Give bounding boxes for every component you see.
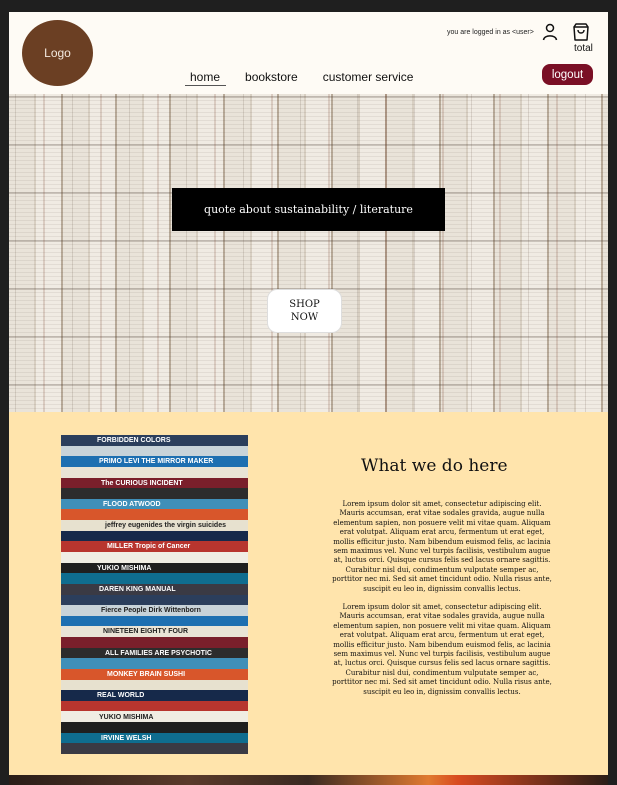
hero-quote: quote about sustainability / literature [172,188,445,231]
shop-now-button[interactable]: SHOP NOW [267,289,342,333]
about-paragraph: Lorem ipsum dolor sit amet, consectetur … [332,500,552,593]
book-spine: FORBIDDEN COLORS [61,435,248,447]
book-spine [61,637,248,649]
book-spine [61,530,248,542]
user-icon[interactable] [542,23,558,41]
book-spine: DAREN KING MANUAL [61,583,248,595]
book-spine: Fierce People Dirk Wittenborn [61,605,248,617]
book-spine: MILLER Tropic of Cancer [61,541,248,553]
book-spine [61,700,248,712]
hero-banner: quote about sustainability / literature … [9,94,608,412]
book-spine: YUKIO MISHIMA [61,562,248,574]
book-spine: PRIMO LEVI THE MIRROR MAKER [61,456,248,468]
nav-item-customer-service[interactable]: customer service [318,70,420,86]
book-spine-title: FLOOD ATWOOD [103,500,161,508]
nav-item-bookstore[interactable]: bookstore [240,70,304,86]
book-spine: IRVINE WELSH [61,732,248,744]
about-paragraph: Lorem ipsum dolor sit amet, consectetur … [332,603,552,696]
book-spine-title: YUKIO MISHIMA [99,713,154,721]
book-spine: REAL WORLD [61,690,248,702]
logout-button[interactable]: logout [542,64,593,85]
book-stack-image: FORBIDDEN COLORS PRIMO LEVI THE MIRROR MA… [61,435,248,754]
book-spine: The CURIOUS INCIDENT [61,477,248,489]
book-spine-title: REAL WORLD [97,692,145,700]
book-spine-title: jeffrey eugenides the virgin suicides [105,522,226,530]
book-spine [61,551,248,564]
book-spine [61,509,248,521]
book-spine-title: IRVINE WELSH [101,734,152,742]
book-spine-title: The CURIOUS INCIDENT [101,479,183,487]
main-nav: home bookstore customer service [185,70,433,86]
nav-item-home[interactable]: home [185,70,227,86]
book-spine [61,679,248,691]
book-spine-title: DAREN KING MANUAL [99,585,176,593]
book-spine: ALL FAMILIES ARE PSYCHOTIC [61,647,248,659]
book-spine-title: MONKEY BRAIN SUSHI [107,670,186,678]
book-spine [61,658,248,670]
logged-in-status: you are logged in as <user> [447,29,534,36]
book-spine-title: Fierce People Dirk Wittenborn [101,607,201,615]
book-spine [61,488,248,500]
book-spine [61,594,248,606]
book-spine: NINETEEN EIGHTY FOUR [61,626,248,638]
book-spine: MONKEY BRAIN SUSHI [61,668,248,681]
about-title: What we do here [361,456,508,476]
book-spine-title: YUKIO MISHIMA [97,564,152,572]
book-spine-title: ALL FAMILIES ARE PSYCHOTIC [105,649,212,657]
book-spine [61,445,248,457]
book-spine-title: FORBIDDEN COLORS [97,437,171,445]
book-spine: YUKIO MISHIMA [61,711,248,723]
page-frame: Logo home bookstore customer service you… [9,12,608,785]
about-section: FORBIDDEN COLORS PRIMO LEVI THE MIRROR MA… [9,412,608,775]
book-spine-title: PRIMO LEVI THE MIRROR MAKER [99,458,214,466]
next-section-image [9,775,608,785]
logo[interactable]: Logo [22,20,93,86]
book-spine [61,615,248,627]
book-spine-title: MILLER Tropic of Cancer [107,543,191,551]
book-spine [61,573,248,585]
book-spine [61,743,248,754]
cart-total-label: total [574,43,593,54]
shopping-bag-icon[interactable] [571,22,591,42]
book-spine: jeffrey eugenides the virgin suicides [61,520,248,532]
book-spine [61,722,248,734]
shop-now-label: SHOP NOW [289,299,320,323]
book-spine [61,466,248,479]
book-spine: FLOOD ATWOOD [61,498,248,510]
book-spine-title: NINETEEN EIGHTY FOUR [103,628,189,636]
